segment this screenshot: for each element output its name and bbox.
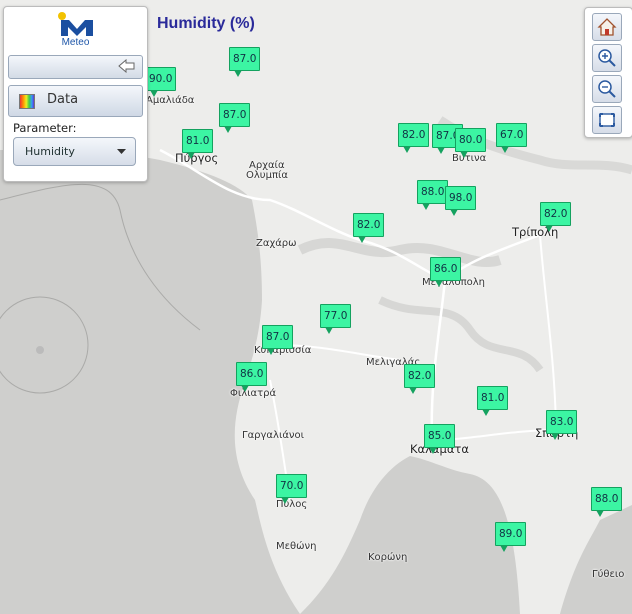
arrow-left-icon [118, 59, 135, 73]
station-marker[interactable]: 87.0 [262, 325, 294, 355]
zoom-out-button[interactable] [592, 75, 622, 103]
data-button[interactable]: Data [8, 85, 143, 117]
station-marker[interactable]: 80.0 [455, 128, 487, 158]
station-marker[interactable]: 81.0 [477, 386, 509, 416]
station-marker[interactable]: 82.0 [404, 364, 436, 394]
station-marker[interactable]: 70.0 [276, 474, 308, 504]
zoom-extent-icon [599, 113, 615, 127]
map-title: Humidity (%) [157, 15, 255, 32]
station-marker[interactable]: 83.0 [546, 410, 578, 440]
station-marker[interactable]: 88.0 [417, 180, 449, 210]
station-marker[interactable]: 90.0 [145, 67, 177, 97]
chevron-down-icon [117, 149, 126, 154]
zoom-extent-button[interactable] [592, 106, 622, 134]
zoom-out-icon [598, 80, 616, 98]
home-button[interactable] [592, 13, 622, 41]
parameter-select[interactable]: Humidity [13, 137, 136, 166]
station-marker[interactable]: 86.0 [430, 257, 462, 287]
parameter-select-value: Humidity [25, 145, 75, 158]
parameter-label: Parameter: [13, 121, 77, 135]
station-marker[interactable]: 82.0 [398, 123, 430, 153]
zoom-in-button[interactable] [592, 44, 622, 72]
data-button-label: Data [47, 92, 79, 107]
station-marker[interactable]: 82.0 [353, 213, 385, 243]
collapse-panel-button[interactable] [8, 55, 143, 79]
station-marker[interactable]: 82.0 [540, 202, 572, 232]
station-marker[interactable]: 67.0 [496, 123, 528, 153]
zoom-in-icon [598, 49, 616, 67]
station-marker[interactable]: 87.0 [219, 103, 251, 133]
station-marker[interactable]: 88.0 [591, 487, 623, 517]
map-toolbar [584, 7, 632, 138]
station-marker[interactable]: 85.0 [424, 424, 456, 454]
logo-text: Meteo [61, 37, 90, 48]
station-marker[interactable]: 86.0 [236, 362, 268, 392]
color-palette-icon [19, 94, 35, 109]
control-panel: Meteo Data Parameter: Humidity [3, 6, 148, 182]
station-marker[interactable]: 98.0 [445, 186, 477, 216]
station-marker[interactable]: 77.0 [320, 304, 352, 334]
station-marker[interactable]: 87.0 [229, 47, 261, 77]
station-marker[interactable]: 89.0 [495, 522, 527, 552]
station-marker[interactable]: 81.0 [182, 129, 214, 159]
home-icon [597, 18, 617, 36]
